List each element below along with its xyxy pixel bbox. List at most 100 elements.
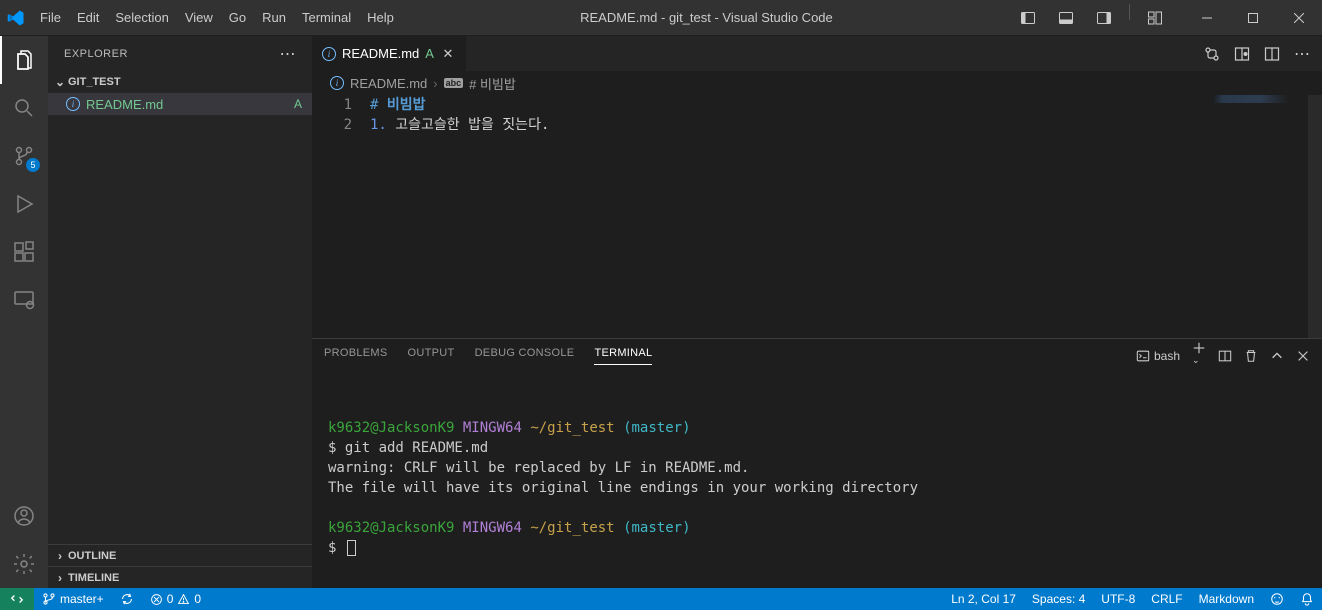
minimap[interactable] [1213, 95, 1308, 338]
error-count: 0 [167, 592, 174, 606]
panel-tab-problems[interactable]: PROBLEMS [324, 347, 388, 365]
panel-tab-output[interactable]: OUTPUT [408, 347, 455, 365]
encoding-status[interactable]: UTF-8 [1093, 588, 1143, 610]
titlebar: FileEditSelectionViewGoRunTerminalHelp R… [0, 0, 1322, 36]
close-button[interactable] [1276, 0, 1322, 36]
breadcrumb-file[interactable]: README.md [350, 76, 427, 91]
open-preview-icon[interactable] [1234, 46, 1250, 62]
tab-readme[interactable]: i README.md A ✕ [312, 36, 467, 71]
editor-more-icon[interactable]: ⋯ [1294, 44, 1310, 64]
vertical-scrollbar[interactable] [1308, 95, 1322, 338]
sidebar-header: EXPLORER ⋯ [48, 36, 312, 71]
source-control-activity-icon[interactable]: 5 [0, 132, 48, 180]
panel: PROBLEMS OUTPUT DEBUG CONSOLE TERMINAL bash… [312, 338, 1322, 588]
tabbar: i README.md A ✕ ⋯ [312, 36, 1322, 71]
problems-status[interactable]: 0 0 [142, 588, 209, 610]
menu-help[interactable]: Help [359, 0, 402, 36]
folder-name: GIT_TEST [68, 76, 121, 88]
info-file-icon: i [322, 47, 336, 61]
menu-go[interactable]: Go [221, 0, 254, 36]
maximize-panel-icon[interactable] [1270, 349, 1284, 363]
menu-file[interactable]: File [32, 0, 69, 36]
sidebar: EXPLORER ⋯ ⌄ GIT_TEST i README.md A › OU… [48, 36, 312, 588]
search-activity-icon[interactable] [0, 84, 48, 132]
menu-view[interactable]: View [177, 0, 221, 36]
chevron-down-icon: ⌄ [52, 75, 68, 89]
eol-status[interactable]: CRLF [1143, 588, 1190, 610]
toggle-secondary-sidebar-icon[interactable] [1087, 4, 1121, 32]
shell-name: bash [1154, 349, 1180, 363]
menu-run[interactable]: Run [254, 0, 294, 36]
folder-header[interactable]: ⌄ GIT_TEST [48, 71, 312, 93]
info-file-icon: i [66, 97, 80, 111]
outline-section[interactable]: › OUTLINE [48, 544, 312, 566]
accounts-activity-icon[interactable] [0, 492, 48, 540]
line-gutter: 1 2 [312, 95, 370, 338]
customize-layout-icon[interactable] [1138, 4, 1172, 32]
branch-name: master+ [60, 592, 104, 606]
run-debug-activity-icon[interactable] [0, 180, 48, 228]
settings-activity-icon[interactable] [0, 540, 48, 588]
outline-label: OUTLINE [68, 550, 116, 562]
menu-terminal[interactable]: Terminal [294, 0, 359, 36]
editor-area: i README.md A ✕ ⋯ i README.md › abc # 비빔… [312, 36, 1322, 588]
menu-selection[interactable]: Selection [107, 0, 176, 36]
activitybar: 5 [0, 36, 48, 588]
new-terminal-icon[interactable]: ⌄ [1192, 341, 1206, 370]
minimize-button[interactable] [1184, 0, 1230, 36]
terminal-output[interactable]: k9632@JacksonK9 MINGW64 ~/git_test (mast… [312, 372, 1322, 588]
split-editor-icon[interactable] [1264, 46, 1280, 62]
scm-badge: 5 [26, 158, 40, 172]
editor-body[interactable]: 1 2 # 비빔밥 1. 고슬고슬한 밥을 짓는다. [312, 95, 1322, 338]
toggle-primary-sidebar-icon[interactable] [1011, 4, 1045, 32]
sidebar-title: EXPLORER [64, 48, 128, 60]
terminal-cursor [347, 540, 356, 556]
panel-tab-list: PROBLEMS OUTPUT DEBUG CONSOLE TERMINAL [324, 347, 652, 365]
kill-terminal-icon[interactable] [1244, 349, 1258, 363]
indentation-status[interactable]: Spaces: 4 [1024, 588, 1093, 610]
timeline-label: TIMELINE [68, 572, 119, 584]
split-terminal-icon[interactable] [1218, 349, 1232, 363]
window-title: README.md - git_test - Visual Studio Cod… [402, 10, 1011, 25]
branch-status[interactable]: master+ [34, 588, 112, 610]
panel-tab-debug-console[interactable]: DEBUG CONSOLE [475, 347, 575, 365]
tab-close-icon[interactable]: ✕ [440, 46, 456, 62]
vscode-logo-icon [0, 9, 32, 27]
sync-status[interactable] [112, 588, 142, 610]
explorer-activity-icon[interactable] [0, 36, 48, 84]
breadcrumb-symbol[interactable]: # 비빔밥 [469, 74, 516, 93]
warning-count: 0 [194, 592, 201, 606]
sidebar-more-icon[interactable]: ⋯ [280, 44, 297, 64]
close-panel-icon[interactable] [1296, 349, 1310, 363]
panel-tab-terminal[interactable]: TERMINAL [594, 347, 652, 365]
language-mode[interactable]: Markdown [1191, 588, 1262, 610]
chevron-right-icon: › [52, 571, 68, 585]
chevron-right-icon: › [52, 549, 68, 563]
info-file-icon: i [330, 76, 344, 90]
timeline-section[interactable]: › TIMELINE [48, 566, 312, 588]
statusbar: master+ 0 0 Ln 2, Col 17 Spaces: 4 UTF-8… [0, 588, 1322, 610]
file-status-badge: A [294, 97, 302, 111]
notifications-icon[interactable] [1292, 588, 1322, 610]
extensions-activity-icon[interactable] [0, 228, 48, 276]
cursor-position[interactable]: Ln 2, Col 17 [943, 588, 1024, 610]
remote-button[interactable] [0, 588, 34, 610]
file-name: README.md [86, 97, 163, 112]
tab-status: A [425, 46, 434, 61]
file-item-readme[interactable]: i README.md A [48, 93, 312, 115]
terminal-shell-selector[interactable]: bash [1136, 349, 1180, 363]
line-number: 1 [312, 95, 352, 115]
menubar: FileEditSelectionViewGoRunTerminalHelp [32, 0, 402, 36]
code-content[interactable]: # 비빔밥 1. 고슬고슬한 밥을 짓는다. [370, 95, 1322, 338]
line-number: 2 [312, 115, 352, 135]
toggle-panel-icon[interactable] [1049, 4, 1083, 32]
tab-label: README.md [342, 46, 419, 61]
chevron-right-icon: › [433, 76, 437, 91]
feedback-icon[interactable] [1262, 588, 1292, 610]
compare-changes-icon[interactable] [1204, 46, 1220, 62]
symbol-kind-icon: abc [444, 78, 464, 88]
menu-edit[interactable]: Edit [69, 0, 107, 36]
remote-explorer-activity-icon[interactable] [0, 276, 48, 324]
maximize-button[interactable] [1230, 0, 1276, 36]
breadcrumb[interactable]: i README.md › abc # 비빔밥 [312, 71, 1322, 95]
